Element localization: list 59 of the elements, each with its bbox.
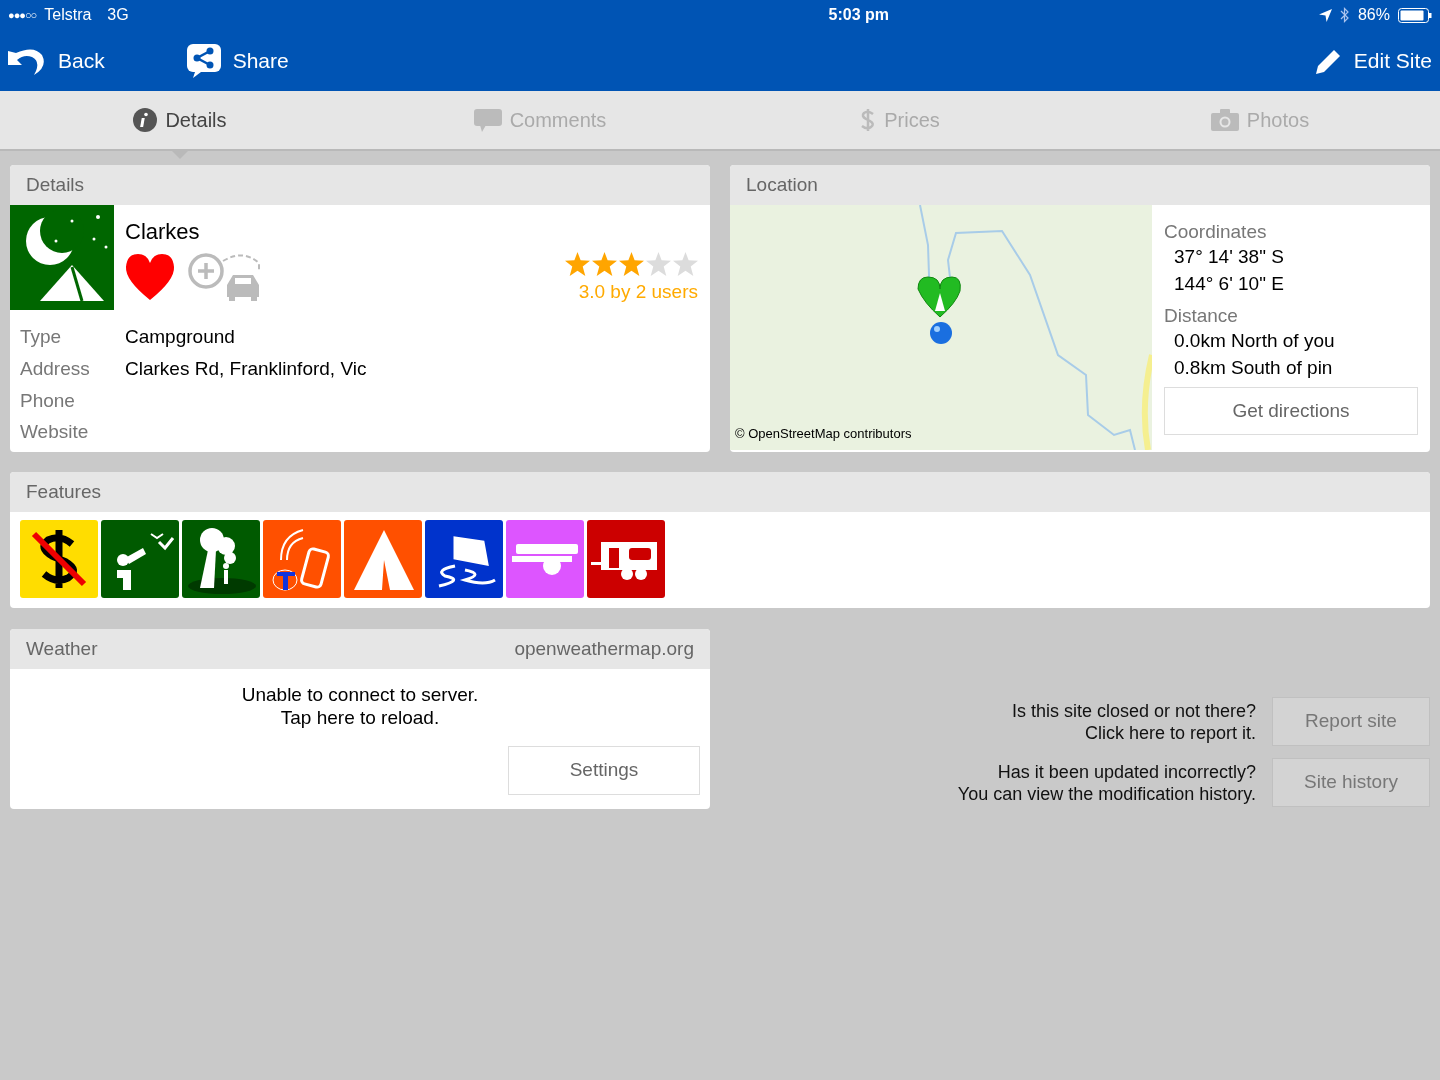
clock: 5:03 pm <box>828 5 890 25</box>
star-icon <box>592 252 617 276</box>
map-attribution: © OpenStreetMap contributors <box>735 424 912 443</box>
offroad-feature-icon[interactable] <box>425 520 503 598</box>
network-type: 3G <box>107 5 129 25</box>
field-value: Campground <box>125 326 235 347</box>
back-button[interactable]: Back <box>8 44 105 77</box>
field-label: Phone <box>20 389 76 413</box>
site-name: Clarkes <box>125 219 201 245</box>
share-button[interactable]: Share <box>186 43 289 78</box>
field-label: Address <box>20 357 91 381</box>
distance-from-pin: 0.8km South of pin <box>1173 356 1334 380</box>
caravan-feature-icon[interactable] <box>587 520 665 598</box>
weather-source: openweathermap.org <box>514 636 694 661</box>
dollar-icon <box>860 107 877 133</box>
favorite-heart-icon[interactable] <box>125 254 175 300</box>
report-prompt: Is this site closed or not there? <box>1011 699 1256 722</box>
phone-reception-feature-icon[interactable] <box>263 520 341 598</box>
card-title: Location <box>746 172 818 197</box>
signal-strength: ●●●○○ <box>8 7 37 23</box>
card-title: Features <box>26 479 101 504</box>
info-icon <box>133 108 158 132</box>
battery-percent: 86% <box>1357 5 1390 25</box>
camera-icon <box>1210 109 1239 131</box>
reload-hint[interactable]: Tap here to reload. <box>280 706 440 729</box>
weather-error-message[interactable]: Unable to connect to server. <box>241 683 479 706</box>
bluetooth-icon <box>1339 7 1350 23</box>
field-label: Website <box>20 420 90 444</box>
field-label: Type <box>20 325 63 349</box>
star-icon <box>565 252 590 276</box>
get-directions-button[interactable]: Get directions <box>1164 387 1418 435</box>
location-arrow-icon <box>1318 8 1332 22</box>
speech-bubble-icon <box>473 108 502 132</box>
card-title: Weather <box>26 636 98 661</box>
star-icon <box>673 252 698 276</box>
undo-arrow-icon <box>8 46 46 75</box>
card-title: Details <box>26 172 85 197</box>
carrier-name: Telstra <box>44 5 92 25</box>
star-icon <box>646 252 671 276</box>
pencil-icon <box>1315 47 1342 74</box>
report-prompt: Has it been updated incorrectly? <box>997 760 1256 783</box>
star-icon <box>619 252 644 276</box>
share-icon <box>186 43 221 78</box>
latitude: 37° 14' 38" S <box>1173 245 1285 269</box>
edit-site-button[interactable]: Edit Site <box>1315 44 1432 77</box>
distance-label: Distance <box>1164 305 1239 327</box>
rating-summary: 3.0 by 2 users <box>578 280 698 304</box>
tab[interactable]: Details <box>133 105 227 135</box>
longitude: 144° 6' 10" E <box>1173 272 1285 296</box>
coordinates-label: Coordinates <box>1164 221 1268 243</box>
shade-feature-icon[interactable] <box>182 520 260 598</box>
field-value: Clarkes Rd, Franklinford, Vic <box>125 358 367 379</box>
settings-button[interactable]: Settings <box>508 746 700 795</box>
battery-icon <box>1398 7 1432 23</box>
distance-from-you: 0.0km North of you <box>1173 329 1336 353</box>
birdwatching-feature-icon[interactable] <box>101 520 179 598</box>
no-fee-feature-icon[interactable] <box>20 520 98 598</box>
report-hint: You can view the modification history. <box>957 782 1256 805</box>
report-hint: Click here to report it. <box>1084 721 1256 744</box>
